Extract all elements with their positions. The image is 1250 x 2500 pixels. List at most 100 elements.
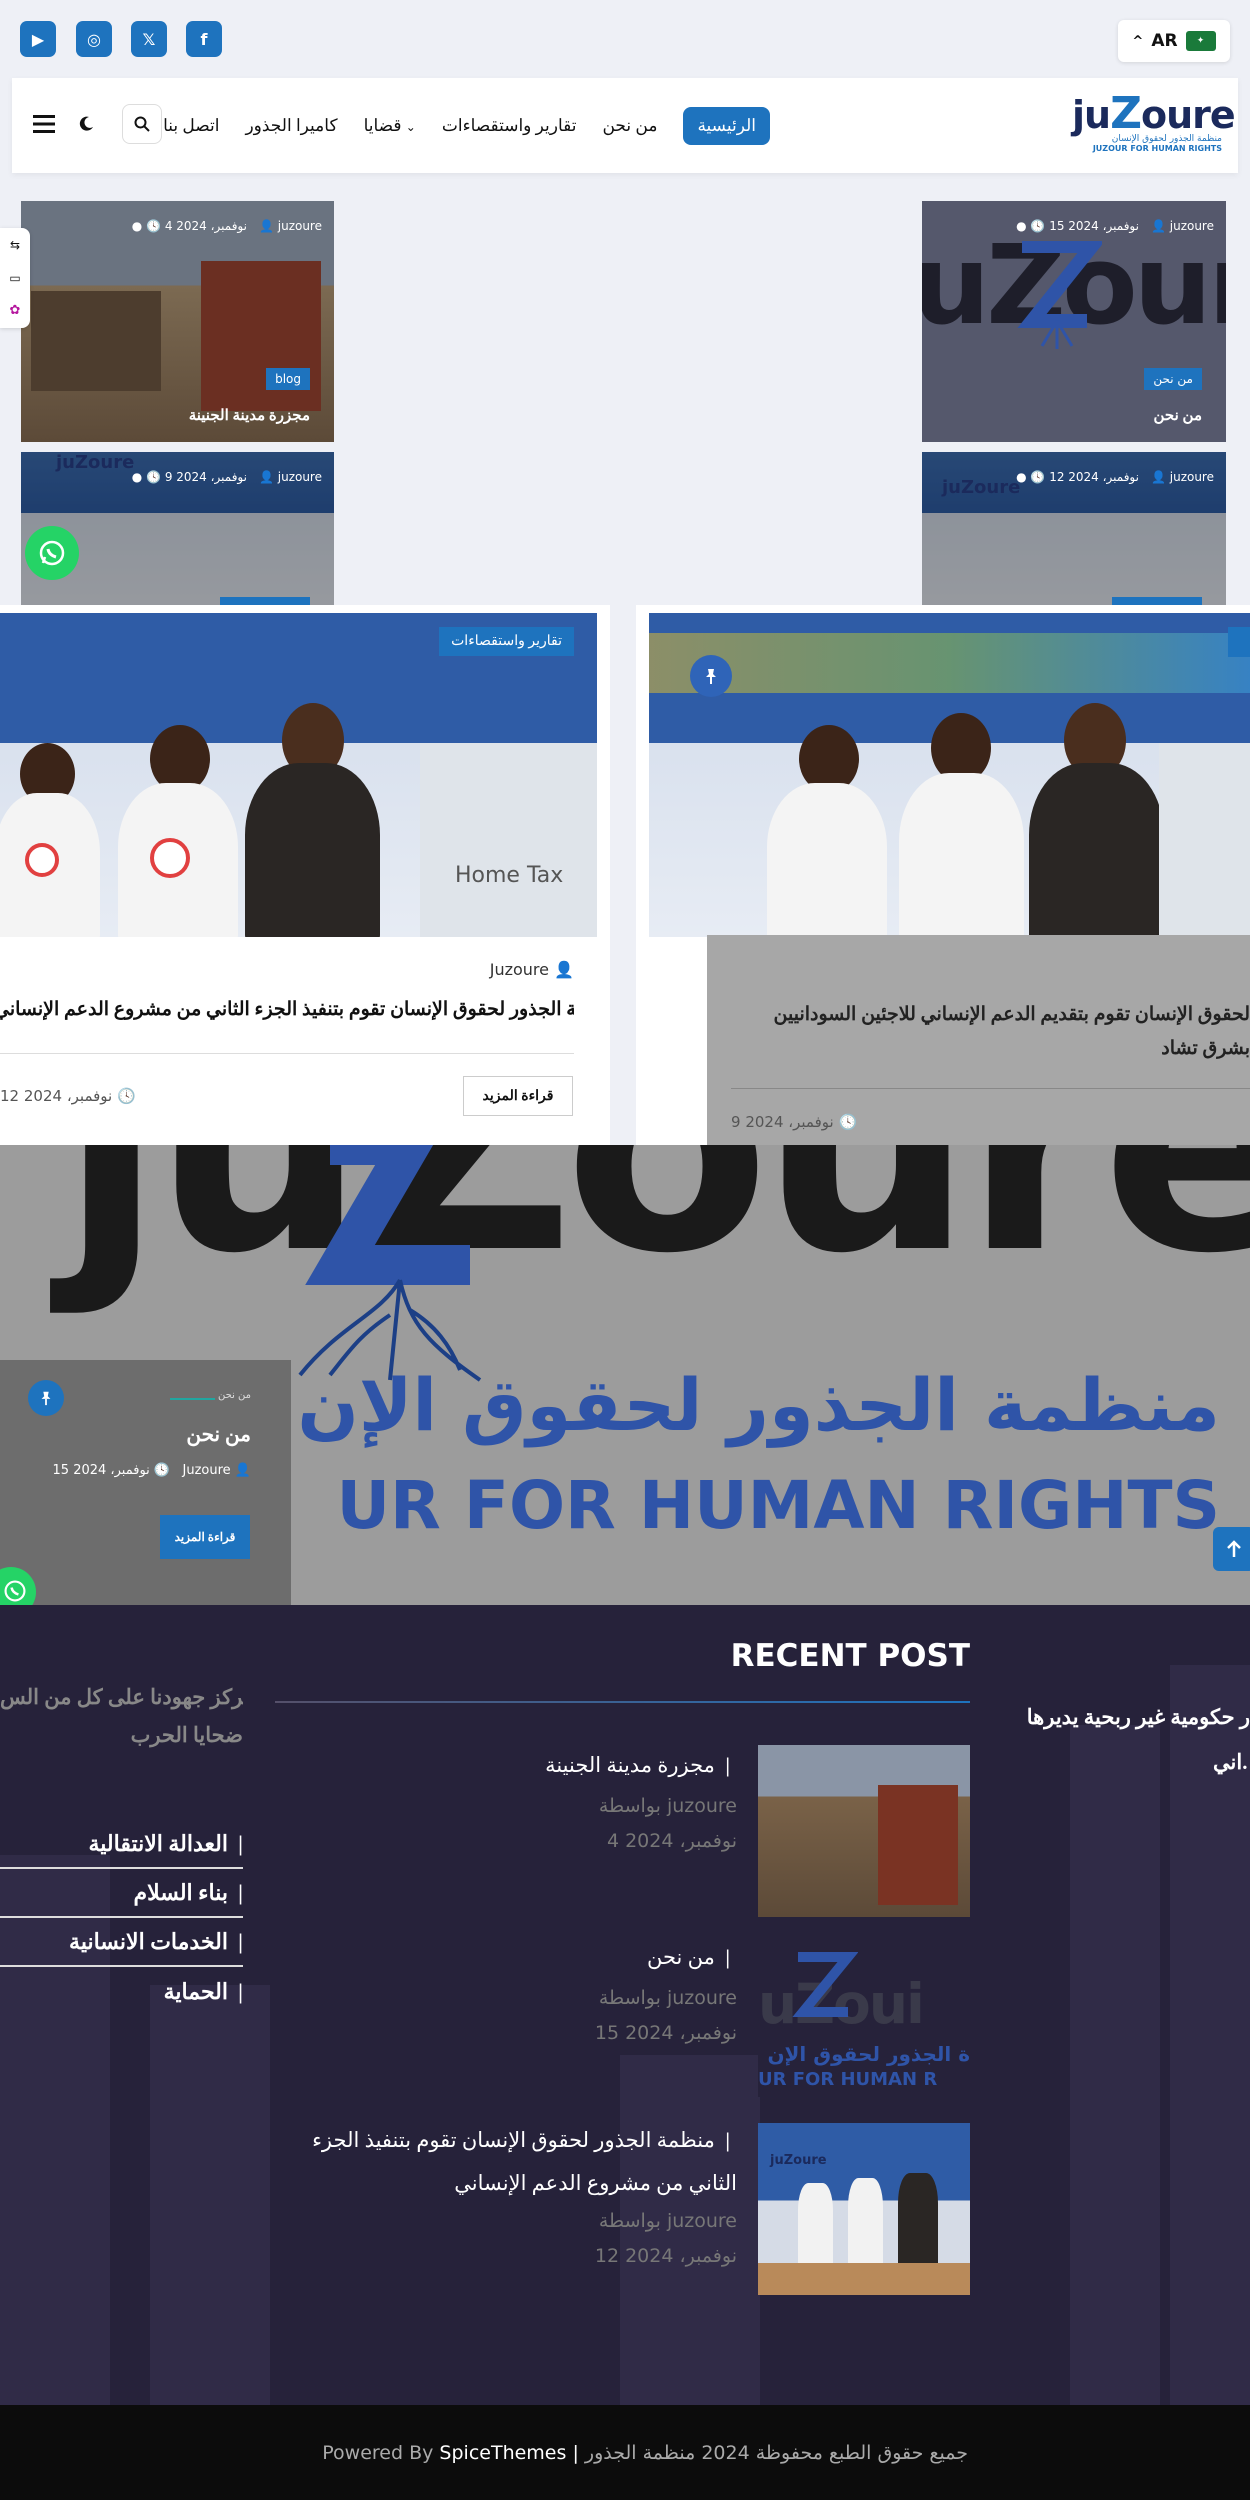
copyright-separator: | [572,2441,579,2464]
bg-building [1070,1725,1160,2405]
card-category-badge[interactable] [1112,597,1202,605]
post-title-line2[interactable]: بشرق تشاد [707,1037,1250,1060]
read-more-button[interactable]: قراءة المزيد [463,1076,573,1116]
card-date: ● 🕓 15 نوفمبر، 2024 [1016,219,1139,233]
user-icon: 👤 [554,960,574,979]
recent-post-title[interactable]: مجزرة مدينة الجنينة | [430,1753,730,1778]
recent-post-date: 15 نوفمبر، 2024 [594,2022,737,2044]
logo-subtitle-en: JUZOUR FOR HUMAN RIGHTS [1092,144,1222,153]
saudi-flag-icon: ✦ [1185,31,1216,51]
recent-thumb[interactable]: juZoure [758,2123,970,2295]
x-twitter-icon[interactable]: 𝕏 [131,21,167,57]
chevron-down-icon: ⌄ [405,120,416,134]
logo-text-b: oure [1140,93,1236,137]
hero-card-category[interactable]: من نحن [218,1390,251,1401]
clock-icon: 🕓 [117,1087,136,1105]
post-divider [0,1053,574,1054]
language-switcher[interactable]: ^ AR ✦ [1118,20,1230,62]
whatsapp-icon [39,540,65,566]
card-image-ruins [31,291,161,391]
card-category-badge[interactable]: من نحن [1144,368,1202,390]
card-meta: 👤 juzoure ● 🕓 4 نوفمبر، 2024 [132,219,322,233]
card-date: ● 🕓 9 نوفمبر، 2024 [131,470,247,484]
footer-link-peace[interactable]: بناء السلام | [0,1869,243,1918]
menu-item-home[interactable]: الرئيسية [683,107,770,145]
menu-item-issues[interactable]: قضايا ⌄ [364,116,416,136]
post-image[interactable]: Home Tax [0,613,597,937]
footer-link-protection[interactable]: الحماية | [0,1967,243,2016]
pin-button[interactable] [690,655,732,697]
moon-icon [79,116,93,131]
bg-building [150,1985,270,2405]
menu-item-about[interactable]: من نحن [602,116,657,136]
copyright-bar: Powered By SpiceThemes | جميع حقوق الطبع… [0,2405,1250,2500]
recent-thumb[interactable]: uZoui ة الجذور لحقوق الإن UR FOR HUMAN R [758,1947,970,2097]
hero-post-card: من نحن من نحن 15 نوفمبر، 2024 🕓 Juzoure … [0,1360,291,1605]
grid-card-fourth[interactable]: juZoure 👤 juzoure ● 🕓 9 نوفمبر، 2024 [21,452,334,605]
post-author[interactable]: Juzoure 👤 [490,960,574,979]
facebook-icon[interactable]: f [186,21,222,57]
recent-post-title[interactable]: منظمة الجذور لحقوق الإنسان تقوم بتنفيذ ا… [300,2128,730,2153]
post-overlay-panel: لحقوق الإنسان تقوم بتقديم الدعم الإنساني… [707,935,1250,1145]
recent-post-title-line2[interactable]: الثاني من مشروع الدعم الإنساني [300,2171,737,2196]
post-divider [731,1088,1250,1089]
instagram-icon[interactable]: ◎ [76,21,112,57]
footer-link-services[interactable]: الخدمات الانسانية | [0,1918,243,1967]
logo-text-a: ju [1072,93,1111,137]
read-more-button[interactable]: قراءة المزيد [160,1515,250,1559]
hamburger-icon [33,115,55,133]
footer-about-text-2: اني. [1213,1750,1248,1774]
footer-focus-text: تتركز جهودنا على كل من الس [0,1685,243,1709]
search-button[interactable] [122,104,162,144]
hero-card-title[interactable]: من نحن [186,1422,251,1447]
menu-item-contact[interactable]: اتصل بنا [163,116,219,136]
recent-post-date: 12 نوفمبر، 2024 [594,2245,737,2267]
hamburger-menu-button[interactable] [24,104,64,144]
recent-post-date: 4 نوفمبر، 2024 [606,1830,737,1852]
post-category-badge[interactable]: تقارير واستقصاءات [439,627,574,656]
footer-link-justice[interactable]: العدالة الانتقالية | [0,1820,243,1869]
menu-item-reports[interactable]: تقارير واستقصاءات [442,116,577,136]
translate-icon[interactable]: ⇆ [0,228,30,261]
language-label: AR [1151,31,1178,51]
post-card-right: لحقوق الإنسان تقوم بتقديم الدعم الإنساني… [636,605,1250,1145]
post-title[interactable]: لحقوق الإنسان تقوم بتقديم الدعم الإنساني… [707,1003,1250,1026]
brain-icon[interactable]: ✿ [0,294,30,327]
bg-building [1170,1665,1250,2405]
site-logo[interactable]: juZoure منظمة الجذور لحقوق الإنسان JUZOU… [1072,92,1236,159]
roots-icon [1017,241,1102,349]
hero-card-meta: 15 نوفمبر، 2024 🕓 Juzoure 👤 [52,1463,251,1478]
recent-thumb[interactable] [758,1745,970,1917]
whatsapp-icon [4,1580,26,1602]
card-title[interactable]: مجزرة مدينة الجنينة [189,406,310,425]
post-category-badge[interactable] [1228,627,1250,657]
recent-post-title[interactable]: من نحن | [430,1945,730,1970]
card-category-badge[interactable]: blog [266,368,310,390]
card-image-logo: juZoure [56,452,135,473]
menu-item-cameras[interactable]: كاميرا الجذور [245,116,337,136]
recent-post-author: بواسطة juzoure [598,1795,737,1817]
grid-card-massacre[interactable]: 👤 juzoure ● 🕓 4 نوفمبر، 2024 blog مجزرة … [21,201,334,442]
card-meta: 👤 juzoure ● 🕓 9 نوفمبر، 2024 [132,470,322,484]
grid-card-third[interactable]: juZoure 👤 juzoure ● 🕓 12 نوفمبر، 2024 [922,452,1226,605]
post-image[interactable] [649,613,1250,937]
card-category-badge[interactable] [220,597,310,605]
spicethemes-link[interactable]: SpiceThemes [439,2442,566,2464]
book-icon[interactable]: ▭ [0,261,30,294]
card-title[interactable]: من نحن [1154,406,1202,425]
post-image-banner-text: Home Tax [455,863,564,888]
whatsapp-button[interactable] [25,526,79,580]
pin-button[interactable] [28,1380,64,1416]
post-title[interactable]: منظمة الجذور لحقوق الإنسان تقوم بتنفيذ ا… [0,998,574,1021]
hero-banner: juZoure منظمة الجذور لحقوق الإن UR FOR H… [0,1145,1250,1605]
dark-mode-toggle[interactable] [66,104,106,144]
card-date: ● 🕓 4 نوفمبر، 2024 [131,219,247,233]
recent-post-author: بواسطة juzoure [598,1987,737,2009]
post-date: 12 نوفمبر، 2024 🕓 [0,1087,136,1105]
youtube-icon[interactable]: ▶ [20,21,56,57]
grid-card-about[interactable]: uZour 👤 juzoure ● 🕓 15 نوفمبر، 2024 من ن… [922,201,1226,442]
scroll-to-top-button[interactable] [1213,1527,1250,1571]
main-menu: الرئيسية من نحن تقارير واستقصاءات قضايا … [163,105,770,147]
footer-links: العدالة الانتقالية | بناء السلام | الخدم… [0,1820,243,2016]
copyright-text: جميع حقوق الطبع محفوظة 2024 منظمة الجذور [584,2441,968,2464]
